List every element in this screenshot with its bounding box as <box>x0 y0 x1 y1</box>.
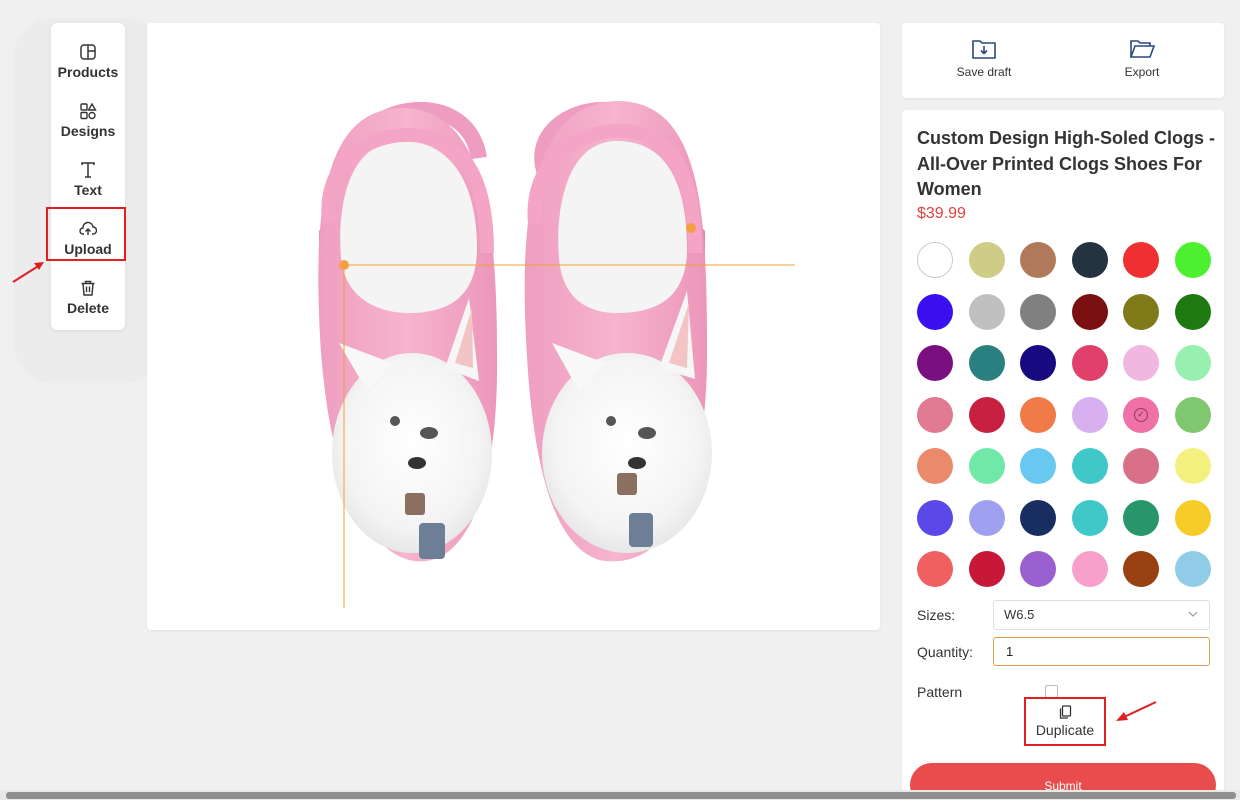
color-swatch[interactable] <box>1071 242 1108 278</box>
check-icon: ✓ <box>1134 407 1148 422</box>
shapes-icon <box>80 102 97 119</box>
color-swatch[interactable] <box>1071 499 1108 536</box>
sizes-label: Sizes: <box>917 607 956 623</box>
color-swatch[interactable]: ✓ <box>1123 396 1159 433</box>
color-swatch[interactable] <box>1020 293 1056 330</box>
text-label: Text <box>74 181 102 198</box>
color-swatch[interactable] <box>917 499 953 536</box>
color-swatch[interactable] <box>968 345 1005 381</box>
color-swatch[interactable] <box>1020 345 1056 381</box>
color-swatch[interactable] <box>917 293 953 330</box>
right-clog <box>524 101 712 562</box>
export-label: Export <box>1124 65 1160 79</box>
color-swatch[interactable] <box>1174 345 1211 381</box>
color-swatch[interactable] <box>1174 499 1211 536</box>
copy-icon <box>1059 705 1071 719</box>
color-swatch[interactable] <box>917 551 953 587</box>
save-draft-label: Save draft <box>956 65 1012 79</box>
chevron-down-icon <box>1188 611 1198 617</box>
color-swatch[interactable] <box>1020 551 1056 587</box>
duplicate-label: Duplicate <box>1035 722 1095 738</box>
design-canvas[interactable] <box>147 23 880 630</box>
color-swatch[interactable] <box>1020 499 1056 536</box>
quantity-input[interactable] <box>993 637 1210 666</box>
product-price: $39.99 <box>917 205 966 222</box>
products-tool[interactable]: Products <box>51 33 125 89</box>
color-swatch[interactable] <box>1174 293 1211 330</box>
trash-icon <box>81 280 95 296</box>
color-swatch[interactable] <box>1071 551 1108 587</box>
color-swatch[interactable] <box>1020 242 1056 278</box>
size-value: W6.5 <box>1004 607 1035 622</box>
color-swatch[interactable] <box>1020 396 1056 433</box>
color-swatch[interactable] <box>917 448 953 484</box>
text-icon <box>81 161 95 178</box>
color-swatch[interactable] <box>917 396 953 433</box>
color-swatch[interactable] <box>1020 448 1056 484</box>
color-swatch[interactable] <box>1174 242 1211 278</box>
color-swatch[interactable] <box>1123 551 1159 587</box>
clogs-preview <box>318 101 795 608</box>
color-swatch[interactable] <box>1071 448 1108 484</box>
duplicate-annotation-arrow <box>1116 701 1157 721</box>
color-swatch[interactable] <box>968 448 1005 484</box>
transform-handle[interactable] <box>686 223 696 233</box>
color-swatch[interactable] <box>968 499 1005 536</box>
color-swatch[interactable] <box>968 293 1005 330</box>
color-swatch[interactable] <box>1174 448 1211 484</box>
product-panel: Custom Design High-Soled Clogs - All-Ove… <box>902 110 1224 800</box>
duplicate-button[interactable]: Duplicate <box>1024 697 1106 746</box>
products-icon <box>80 43 96 60</box>
folder-open-icon <box>1129 40 1155 58</box>
delete-tool[interactable]: Delete <box>51 269 125 325</box>
quantity-label: Quantity: <box>917 644 974 660</box>
left-clog <box>318 101 498 562</box>
color-swatch[interactable] <box>1123 448 1159 484</box>
color-swatch[interactable] <box>1174 396 1211 433</box>
color-swatch[interactable] <box>1071 396 1108 433</box>
folder-download-icon <box>972 40 996 59</box>
size-select[interactable]: W6.5 <box>993 600 1210 630</box>
color-swatch[interactable] <box>917 242 953 278</box>
color-swatch[interactable] <box>917 345 953 381</box>
color-swatch[interactable] <box>1071 345 1108 381</box>
products-label: Products <box>57 63 119 80</box>
color-swatch[interactable] <box>1123 242 1159 278</box>
transform-handle[interactable] <box>339 260 349 270</box>
pattern-label: Pattern <box>917 684 963 700</box>
color-swatches: ✓ <box>917 242 1217 587</box>
color-swatch[interactable] <box>1123 345 1159 381</box>
color-swatch[interactable] <box>968 396 1005 433</box>
designs-tool[interactable]: Designs <box>51 92 125 148</box>
color-swatch[interactable] <box>1174 551 1211 587</box>
product-title: Custom Design High-Soled Clogs - All-Ove… <box>917 128 1216 199</box>
color-swatch[interactable] <box>968 551 1005 587</box>
color-swatch[interactable] <box>1123 499 1159 536</box>
scrollbar-thumb[interactable] <box>6 792 1236 799</box>
designs-label: Designs <box>60 122 116 139</box>
color-swatch[interactable] <box>1071 293 1108 330</box>
color-swatch[interactable] <box>968 242 1005 278</box>
export-button[interactable]: Export <box>1087 38 1197 79</box>
horizontal-scrollbar[interactable] <box>0 790 1240 800</box>
actions-bar: Save draft Export <box>902 23 1224 98</box>
upload-annotation-arrow <box>12 262 44 283</box>
save-draft-button[interactable]: Save draft <box>929 38 1039 79</box>
upload-highlight-box <box>46 207 126 261</box>
delete-label: Delete <box>66 299 110 316</box>
text-tool[interactable]: Text <box>51 151 125 207</box>
tool-sidebar: Products Designs Text Upload Delete <box>51 23 125 330</box>
color-swatch[interactable] <box>1123 293 1159 330</box>
